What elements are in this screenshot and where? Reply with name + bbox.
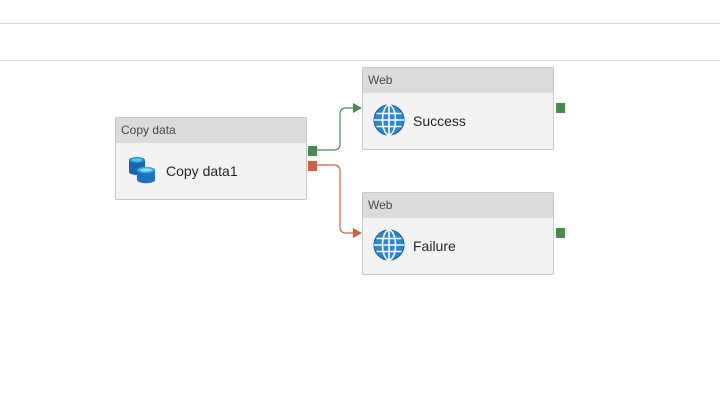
activity-body: Copy data1 (116, 143, 306, 199)
success-connector (316, 107, 353, 151)
top-divider (0, 23, 720, 24)
activity-web-failure[interactable]: Web Failure (362, 192, 565, 275)
activity-type-label: Copy data (116, 118, 306, 143)
globe-icon (373, 229, 405, 261)
database-icon (129, 157, 155, 184)
activity-name: Failure (413, 238, 456, 254)
success-output-port[interactable] (308, 146, 317, 156)
activity-type-label: Web (363, 193, 553, 218)
activity-web-success[interactable]: Web Success (362, 67, 565, 150)
activity-name: Success (413, 113, 466, 129)
activity-name: Copy data1 (166, 163, 238, 179)
activity-type-label: Web (363, 68, 553, 93)
success-output-port[interactable] (556, 228, 565, 238)
failure-output-port[interactable] (308, 161, 317, 171)
toolbar-divider (0, 60, 720, 61)
failure-connector (316, 164, 353, 234)
activity-body: Success (363, 93, 553, 149)
success-arrowhead (353, 103, 362, 113)
activity-copy-data[interactable]: Copy data Copy data1 (115, 117, 317, 200)
activity-body: Failure (363, 218, 553, 274)
success-output-port[interactable] (556, 103, 565, 113)
failure-arrowhead (353, 228, 362, 238)
globe-icon (373, 104, 405, 136)
